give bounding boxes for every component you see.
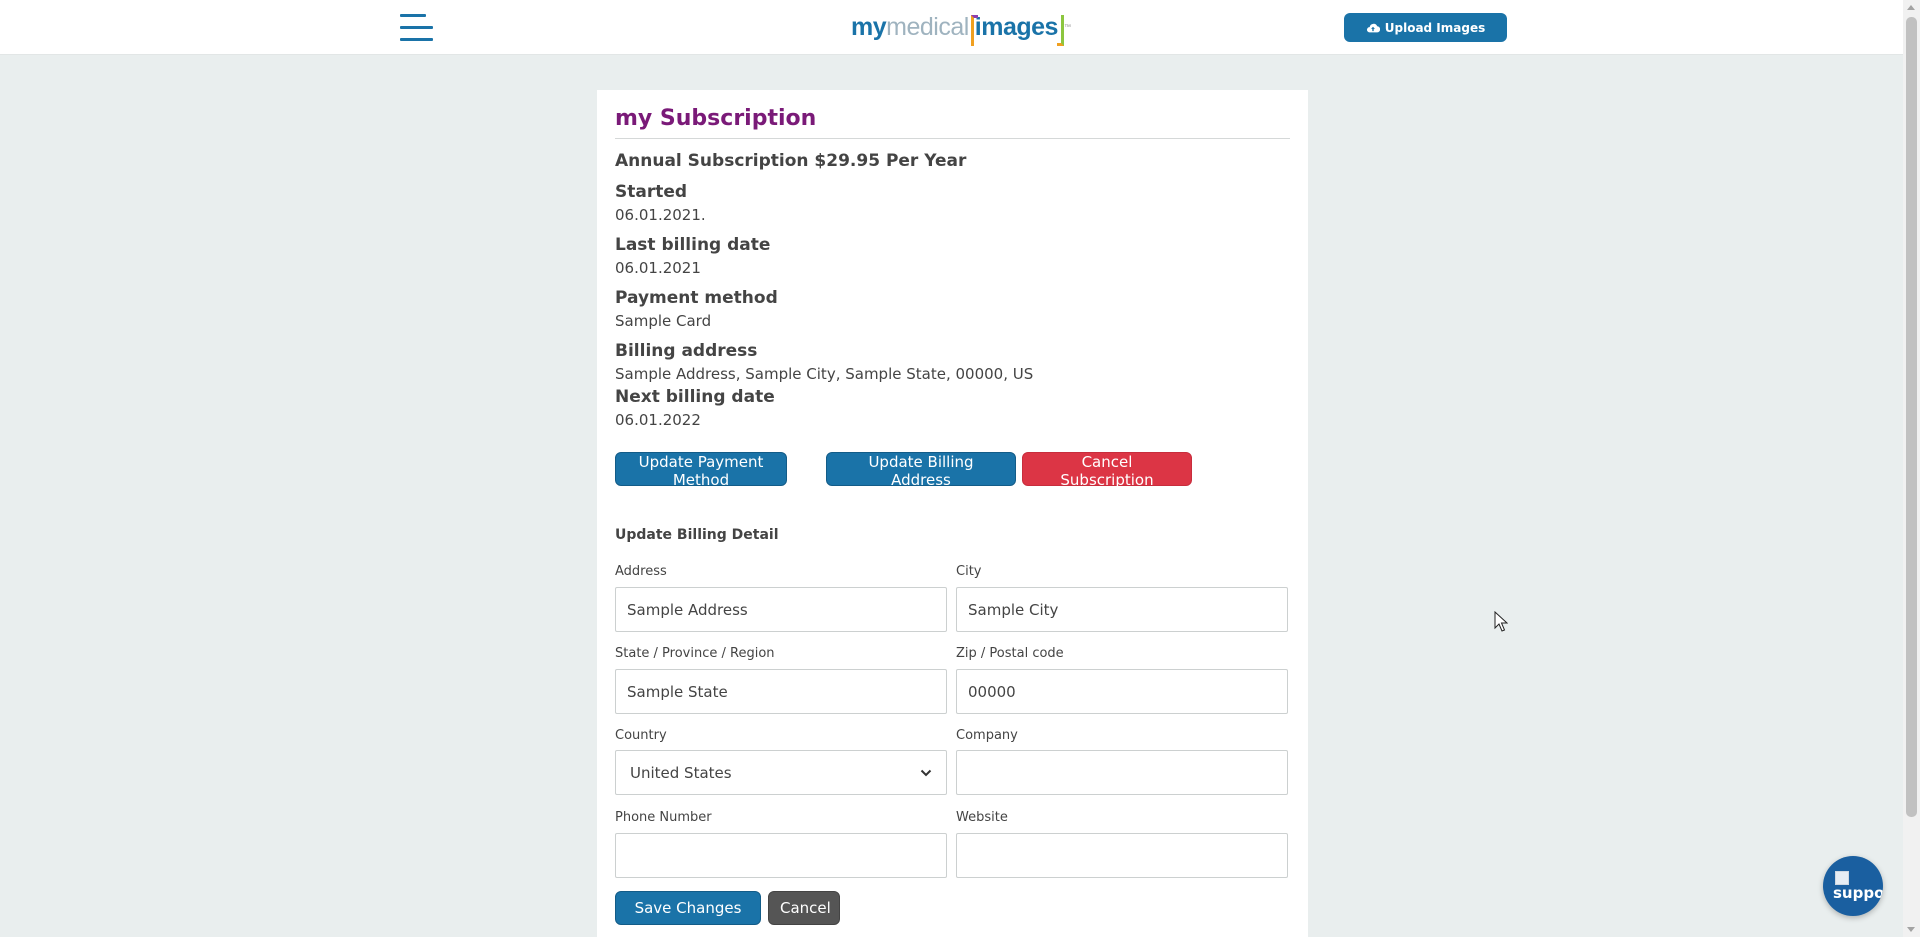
next-billing-date-value: 06.01.2022 xyxy=(615,411,701,429)
support-image-placeholder xyxy=(1835,871,1849,885)
website-input[interactable] xyxy=(956,833,1288,878)
scroll-down-arrow-icon[interactable] xyxy=(1907,927,1915,932)
billing-address-value: Sample Address, Sample City, Sample Stat… xyxy=(615,365,1034,383)
payment-method-label: Payment method xyxy=(615,288,778,308)
subscription-plan: Annual Subscription $29.95 Per Year xyxy=(615,151,967,171)
last-billing-date-value: 06.01.2021 xyxy=(615,259,701,277)
state-input[interactable] xyxy=(615,669,947,714)
address-label: Address xyxy=(615,564,667,579)
company-input[interactable] xyxy=(956,750,1288,795)
logo-text-my: my xyxy=(851,12,887,41)
next-billing-date-label: Next billing date xyxy=(615,387,775,407)
subscription-card: my Subscription Annual Subscription $29.… xyxy=(597,90,1308,937)
zip-input[interactable] xyxy=(956,669,1288,714)
update-payment-method-button[interactable]: Update Payment Method xyxy=(615,452,787,489)
scrollbar-thumb[interactable] xyxy=(1906,17,1917,817)
zip-label: Zip / Postal code xyxy=(956,646,1064,661)
page-scrollbar[interactable] xyxy=(1903,0,1920,937)
state-label: State / Province / Region xyxy=(615,646,775,661)
address-input[interactable] xyxy=(615,587,947,632)
title-divider xyxy=(615,138,1290,139)
cloud-upload-icon xyxy=(1366,23,1380,32)
payment-method-value: Sample Card xyxy=(615,312,712,330)
upload-images-button[interactable]: Upload Images xyxy=(1344,13,1507,42)
page-title: my Subscription xyxy=(615,106,817,131)
city-input[interactable] xyxy=(956,587,1288,632)
site-logo[interactable]: my medical images ™ xyxy=(851,9,1071,46)
chevron-down-icon xyxy=(920,769,932,776)
last-billing-date-label: Last billing date xyxy=(615,235,771,255)
country-label: Country xyxy=(615,728,667,743)
cancel-subscription-button[interactable]: Cancel Subscription xyxy=(1022,452,1192,489)
update-billing-detail-heading: Update Billing Detail xyxy=(615,527,779,543)
phone-label: Phone Number xyxy=(615,810,712,825)
top-navigation-bar: my medical images ™ Upload Images xyxy=(0,0,1903,55)
upload-images-label: Upload Images xyxy=(1384,20,1486,35)
mouse-pointer-icon xyxy=(1494,611,1508,632)
website-label: Website xyxy=(956,810,1008,825)
logo-text-medical: medical xyxy=(886,12,969,41)
update-billing-address-button[interactable]: Update Billing Address xyxy=(826,452,1016,489)
billing-address-label: Billing address xyxy=(615,341,758,361)
logo-text-images: images xyxy=(970,13,1065,46)
started-label: Started xyxy=(615,182,688,202)
save-changes-button[interactable]: Save Changes xyxy=(615,891,761,925)
country-selected-value: United States xyxy=(630,763,732,782)
started-value: 06.01.2021. xyxy=(615,206,706,224)
support-chat-button[interactable]: supportc xyxy=(1823,856,1883,916)
country-select[interactable]: United States xyxy=(615,750,947,795)
cancel-button[interactable]: Cancel xyxy=(768,891,840,925)
phone-input[interactable] xyxy=(615,833,947,878)
hamburger-menu-icon[interactable] xyxy=(400,14,435,42)
logo-trademark: ™ xyxy=(1063,23,1071,31)
city-label: City xyxy=(956,564,982,579)
support-chat-label: supportc xyxy=(1833,884,1883,902)
company-label: Company xyxy=(956,728,1018,743)
scroll-up-arrow-icon[interactable] xyxy=(1907,5,1915,10)
